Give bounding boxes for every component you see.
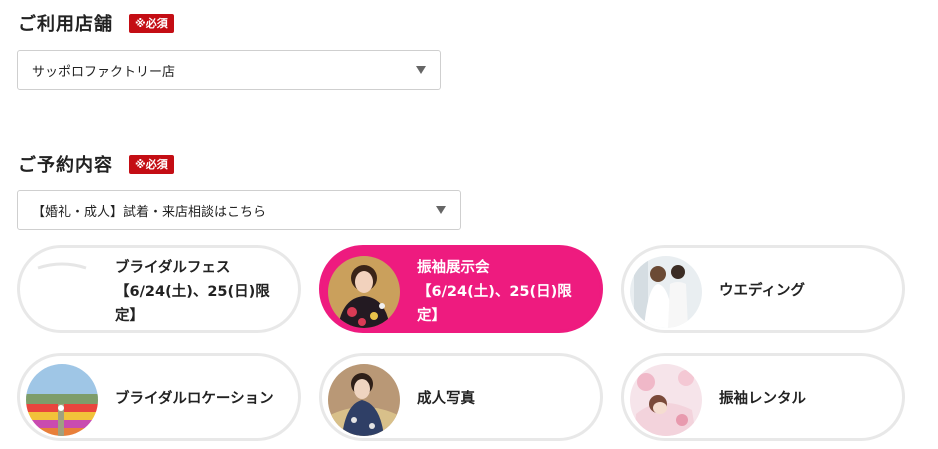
card-subtitle-cont: 定】 (115, 308, 144, 324)
required-badge: ※必須 (129, 13, 174, 33)
card-title: 成人写真 (417, 391, 475, 407)
option-card-furisode-exhibition[interactable]: 振袖展示会 【6/24(土)、25(日)限 定】 (319, 245, 603, 333)
wedding-image (630, 256, 702, 328)
reservation-section-title: ご予約内容 (18, 155, 113, 176)
store-section-title: ご利用店舗 (18, 14, 113, 35)
caret-down-icon (416, 66, 426, 74)
bridal-fes-image (26, 256, 98, 328)
card-title: ウエディング (719, 283, 805, 299)
store-select[interactable]: サッポロファクトリー店 (17, 50, 441, 90)
store-section-header: ご利用店舗 ※必須 (18, 10, 174, 36)
store-select-value: サッポロファクトリー店 (32, 64, 176, 80)
card-subtitle-cont: 定】 (417, 308, 446, 324)
option-card-seijin-photo[interactable]: 成人写真 (319, 353, 603, 441)
caret-down-icon (436, 206, 446, 214)
furisode-exhibition-image (328, 256, 400, 328)
bridal-location-image (26, 364, 98, 436)
option-card-wedding[interactable]: ウエディング (621, 245, 905, 333)
card-subtitle: 【6/24(土)、25(日)限 (115, 284, 270, 300)
furisode-rental-image (630, 364, 702, 436)
card-subtitle: 【6/24(土)、25(日)限 (417, 284, 572, 300)
seijin-photo-image (328, 364, 400, 436)
required-badge: ※必須 (129, 154, 174, 174)
option-card-furisode-rental[interactable]: 振袖レンタル (621, 353, 905, 441)
option-card-bridal-fes[interactable]: ブライダルフェス 【6/24(土)、25(日)限 定】 (17, 245, 301, 333)
card-title: ブライダルフェス (115, 260, 231, 276)
reservation-select[interactable]: 【婚礼・成人】試着・来店相談はこちら (17, 190, 461, 230)
reservation-select-value: 【婚礼・成人】試着・来店相談はこちら (32, 204, 267, 220)
reservation-section-header: ご予約内容 ※必須 (18, 151, 174, 177)
card-title: 振袖展示会 (417, 260, 490, 276)
card-title: 振袖レンタル (719, 391, 806, 407)
card-title: ブライダルロケーション (115, 391, 274, 407)
option-card-bridal-location[interactable]: ブライダルロケーション (17, 353, 301, 441)
